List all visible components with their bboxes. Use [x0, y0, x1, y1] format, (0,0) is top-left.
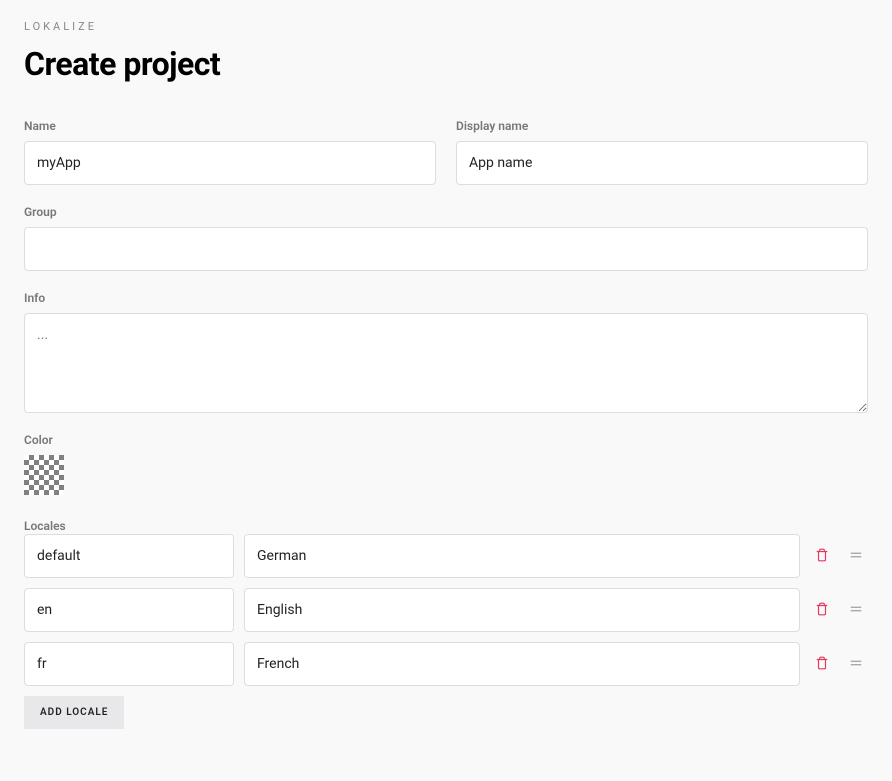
- display-name-input[interactable]: [456, 141, 868, 185]
- locales-label: Locales: [24, 519, 66, 533]
- delete-locale-button[interactable]: [810, 652, 834, 676]
- trash-icon: [815, 548, 829, 565]
- info-label: Info: [24, 291, 868, 305]
- locale-name-input[interactable]: [244, 588, 800, 632]
- info-textarea[interactable]: [24, 313, 868, 413]
- locale-row: [24, 588, 868, 632]
- locale-name-input[interactable]: [244, 534, 800, 578]
- group-input[interactable]: [24, 227, 868, 271]
- drag-handle[interactable]: [844, 598, 868, 622]
- locale-code-input[interactable]: [24, 642, 234, 686]
- display-name-label: Display name: [456, 119, 868, 133]
- drag-icon: [849, 602, 863, 619]
- breadcrumb: LOKALIZE: [24, 20, 868, 33]
- locale-name-input[interactable]: [244, 642, 800, 686]
- drag-handle[interactable]: [844, 544, 868, 568]
- drag-handle[interactable]: [844, 652, 868, 676]
- page-title: Create project: [24, 45, 868, 83]
- delete-locale-button[interactable]: [810, 544, 834, 568]
- locale-code-input[interactable]: [24, 534, 234, 578]
- drag-icon: [849, 656, 863, 673]
- locale-row: [24, 642, 868, 686]
- add-locale-button[interactable]: ADD LOCALE: [24, 696, 124, 729]
- name-label: Name: [24, 119, 436, 133]
- color-swatch[interactable]: [24, 455, 64, 495]
- color-label: Color: [24, 433, 868, 447]
- name-input[interactable]: [24, 141, 436, 185]
- drag-icon: [849, 548, 863, 565]
- locale-row: [24, 534, 868, 578]
- delete-locale-button[interactable]: [810, 598, 834, 622]
- trash-icon: [815, 656, 829, 673]
- trash-icon: [815, 602, 829, 619]
- locale-code-input[interactable]: [24, 588, 234, 632]
- group-label: Group: [24, 205, 868, 219]
